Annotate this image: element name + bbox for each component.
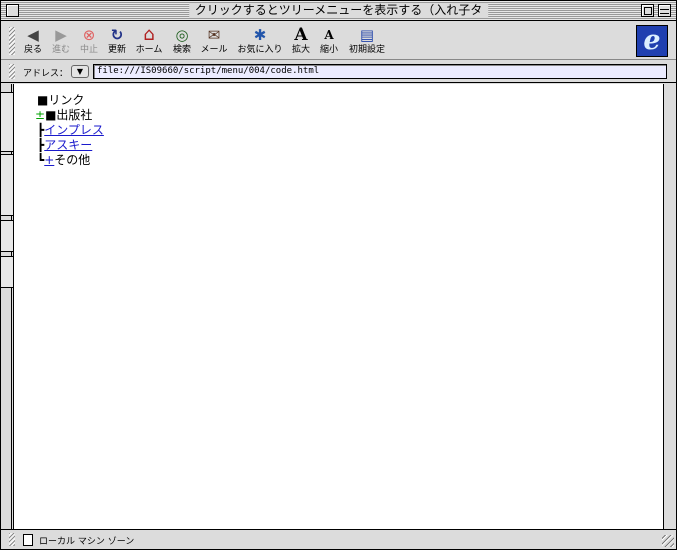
text-larger-button[interactable]: A 拡大 — [290, 25, 312, 56]
tree-node-publishers: ±■出版社 — [35, 108, 104, 123]
tree-item: ┣アスキー — [37, 138, 104, 153]
node-toggle[interactable]: ± — [35, 108, 45, 122]
status-text: ローカル マシン ゾーン — [39, 537, 135, 547]
stop-button[interactable]: ⊗ 中止 — [78, 25, 100, 56]
tree-item-last: ┗+その他 — [37, 153, 104, 168]
link-ascii[interactable]: アスキー — [44, 138, 92, 152]
address-dropdown-button[interactable]: ▼ — [71, 65, 89, 78]
window-title: クリックするとツリーメニューを表示する（入れ子タ — [188, 3, 489, 18]
node-label: 出版社 — [56, 108, 93, 122]
forward-arrow-icon: ▶ — [55, 26, 67, 44]
tree-menu: ■リンク ±■出版社 ┣インプレス ┣アスキー ┗+その他 — [35, 93, 104, 168]
node-marker: ■ — [45, 108, 57, 122]
chevron-down-icon: ▼ — [76, 67, 84, 76]
forward-button[interactable]: ▶ 進む — [50, 25, 72, 56]
root-marker: ■ — [37, 93, 49, 107]
ie-logo-icon: e — [636, 25, 668, 57]
status-bar: ローカル マシン ゾーン — [1, 529, 676, 549]
refresh-button[interactable]: ↻ 更新 — [106, 25, 128, 56]
home-icon: ⌂ — [143, 24, 155, 45]
zoom-box[interactable] — [641, 4, 654, 17]
resize-handle[interactable] — [662, 535, 674, 547]
back-button[interactable]: ◀ 戻る — [22, 25, 44, 56]
home-button[interactable]: ⌂ ホーム — [133, 25, 165, 56]
favorites-button[interactable]: ✱ お気に入り — [236, 25, 284, 56]
collapse-box[interactable] — [658, 4, 671, 17]
address-grip[interactable] — [9, 64, 15, 79]
mail-icon: ✉ — [207, 26, 221, 44]
toolbar: ◀ 戻る ▶ 進む ⊗ 中止 ↻ 更新 ⌂ ホーム ◎ 検索 ✉ メール ✱ お — [1, 22, 676, 60]
refresh-icon: ↻ — [110, 26, 124, 44]
link-impress[interactable]: インプレス — [44, 123, 104, 137]
text-larger-icon: A — [294, 25, 308, 45]
text-smaller-button[interactable]: A 縮小 — [318, 25, 340, 56]
toolbar-grip[interactable] — [9, 27, 15, 55]
zone-icon — [23, 534, 33, 546]
back-arrow-icon: ◀ — [27, 26, 39, 44]
preferences-button[interactable]: ▤ 初期設定 — [347, 25, 387, 56]
text-smaller-icon: A — [324, 28, 334, 42]
favorites-icon: ✱ — [253, 26, 267, 44]
search-icon: ◎ — [175, 26, 189, 44]
address-field[interactable]: file:///IS09660/script/menu/004/code.htm… — [93, 64, 667, 79]
stop-icon: ⊗ — [82, 26, 96, 44]
page-content: ■リンク ±■出版社 ┣インプレス ┣アスキー ┗+その他 — [13, 84, 663, 529]
address-label: アドレス： — [23, 69, 69, 79]
mail-button[interactable]: ✉ メール — [199, 25, 229, 56]
other-label: その他 — [54, 153, 91, 167]
close-box[interactable] — [6, 4, 19, 17]
vertical-scrollbar[interactable] — [663, 84, 676, 529]
tree-root: ■リンク — [37, 93, 104, 108]
title-bar[interactable]: クリックするとツリーメニューを表示する（入れ子タ — [1, 1, 676, 21]
tree-item: ┣インプレス — [37, 123, 104, 138]
search-button[interactable]: ◎ 検索 — [170, 25, 194, 56]
address-bar: アドレス： ▼ file:///IS09660/script/menu/004/… — [1, 61, 676, 83]
status-grip — [9, 533, 15, 546]
explorer-bar: チャンネル お気に入り 履歴 検索 — [1, 84, 25, 529]
browser-window: クリックするとツリーメニューを表示する（入れ子タ ◀ 戻る ▶ 進む ⊗ 中止 … — [0, 0, 677, 550]
preferences-icon: ▤ — [359, 26, 375, 44]
root-label: リンク — [48, 93, 85, 107]
other-toggle[interactable]: + — [44, 153, 54, 167]
